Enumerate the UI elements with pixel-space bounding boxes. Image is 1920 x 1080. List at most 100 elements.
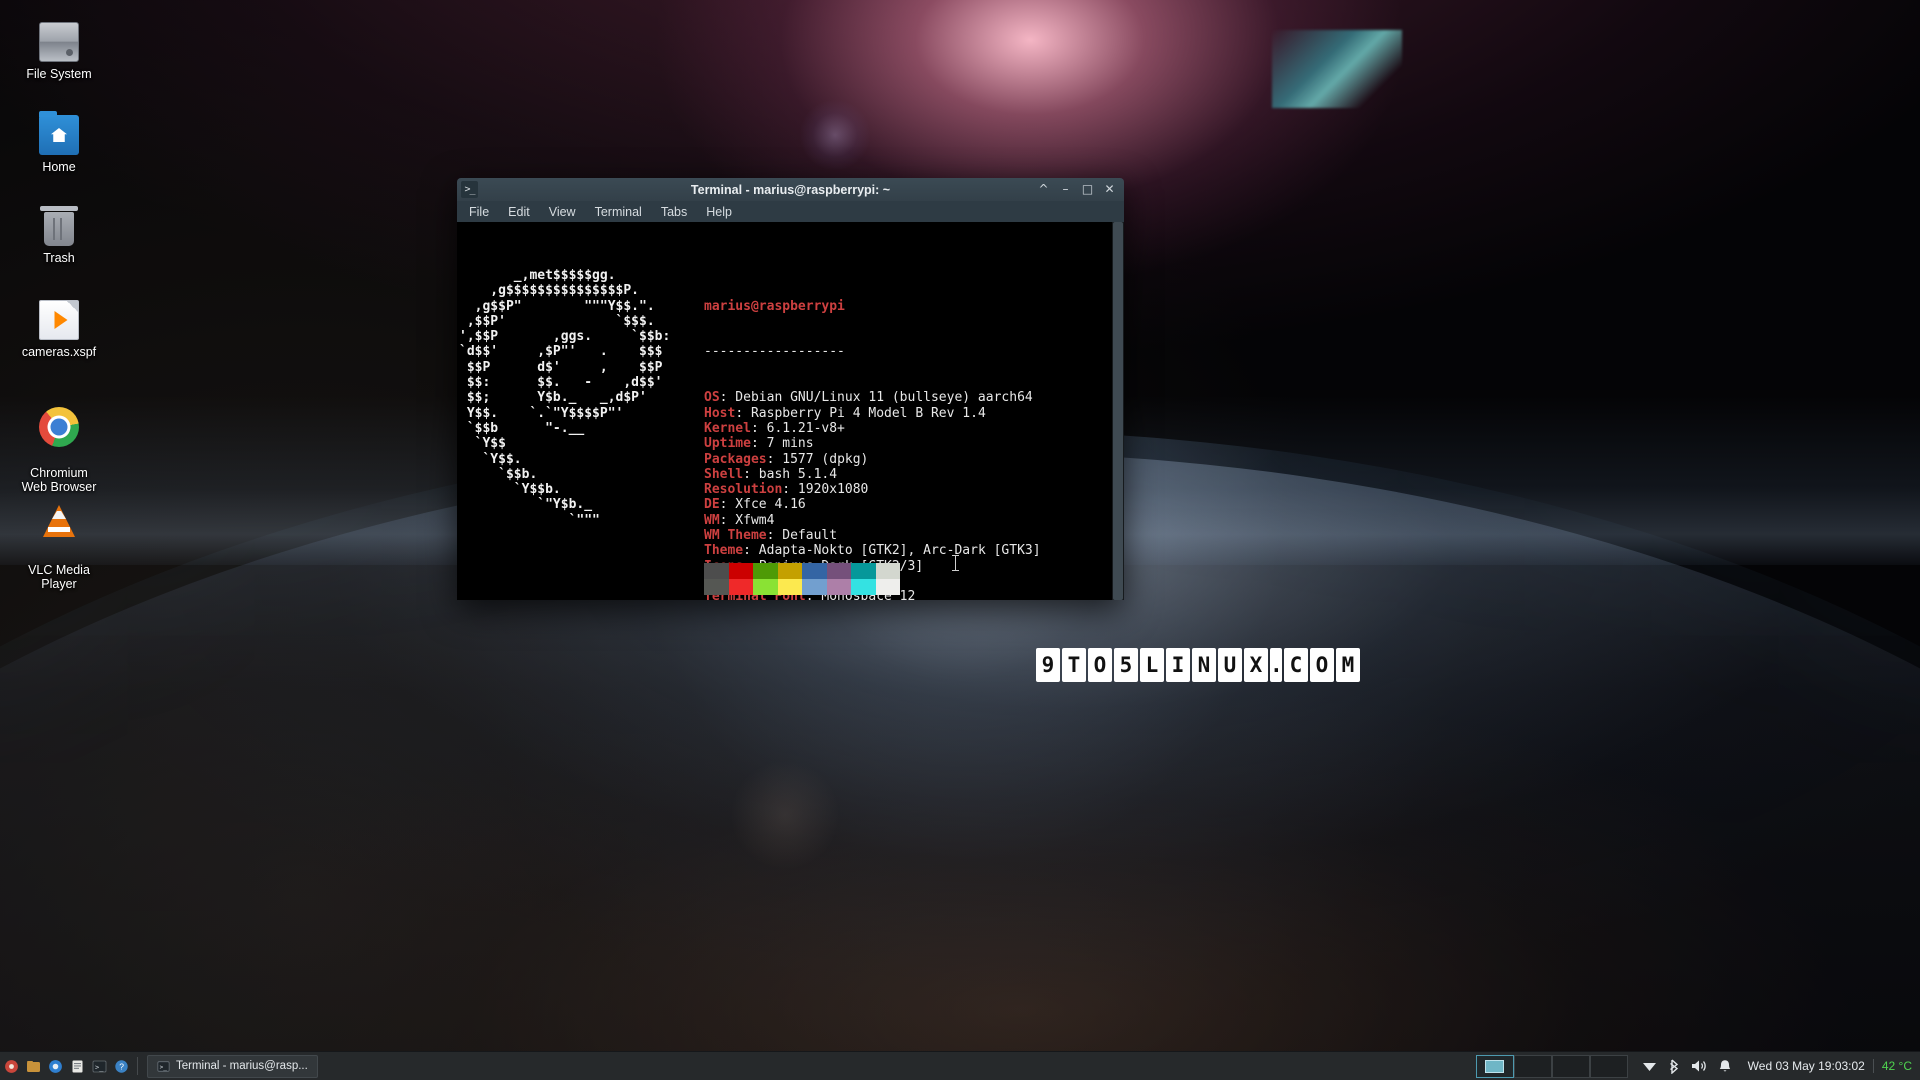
notification-bell-icon[interactable] bbox=[1718, 1059, 1732, 1074]
neofetch-field-key: Theme bbox=[704, 543, 744, 559]
neofetch-field-value: : bash 5.1.4 bbox=[743, 466, 838, 482]
wifi-icon[interactable] bbox=[1642, 1060, 1657, 1073]
neofetch-field-value: : 1920x1080 bbox=[782, 482, 869, 498]
bluetooth-icon[interactable] bbox=[1668, 1058, 1680, 1074]
desktop-icon-label: File System bbox=[26, 67, 92, 81]
desktop-icon-vlc[interactable]: VLC Media Player bbox=[4, 488, 114, 605]
svg-text:?: ? bbox=[119, 1061, 124, 1071]
desktop-icon-cameras-xspf[interactable]: cameras.xspf bbox=[4, 300, 114, 359]
workspace-switcher[interactable] bbox=[1475, 1054, 1628, 1078]
watermark-char: C bbox=[1284, 648, 1308, 682]
watermark-char: I bbox=[1166, 648, 1190, 682]
menubar: File Edit View Terminal Tabs Help bbox=[457, 201, 1124, 222]
palette-swatch bbox=[802, 579, 827, 595]
vlc-cone-icon bbox=[43, 505, 75, 537]
menu-help[interactable]: Help bbox=[706, 205, 732, 219]
neofetch-field-value: : Debian GNU/Linux 11 (bullseye) aarch64 bbox=[719, 390, 1033, 406]
palette-swatch bbox=[704, 563, 729, 579]
debian-ascii-logo: _,met$$$$$gg. ,g$$$$$$$$$$$$$$$P. ,g$$P"… bbox=[459, 268, 671, 528]
workspace-2[interactable] bbox=[1513, 1054, 1552, 1078]
taskbar[interactable]: >_ ? >_ Terminal - marius@rasp... Wed 03… bbox=[0, 1051, 1920, 1080]
menu-file[interactable]: File bbox=[469, 205, 489, 219]
palette-row-normal bbox=[704, 563, 900, 579]
palette-row-bright bbox=[704, 579, 900, 595]
palette-swatch bbox=[875, 579, 900, 595]
workspace-1[interactable] bbox=[1475, 1054, 1514, 1078]
neofetch-field-value: : Adapta-Nokto [GTK2], Arc-Dark [GTK3] bbox=[743, 543, 1041, 559]
neofetch-field-value: : Xfwm4 bbox=[719, 512, 775, 528]
neofetch-field-key: WM bbox=[704, 512, 720, 528]
taskbar-window-button[interactable]: >_ Terminal - marius@rasp... bbox=[147, 1054, 318, 1078]
taskbar-window-label: Terminal - marius@rasp... bbox=[176, 1060, 308, 1072]
scrollbar-thumb[interactable] bbox=[1113, 222, 1123, 600]
chromium-icon[interactable] bbox=[44, 1052, 66, 1080]
maximize-button[interactable]: □ bbox=[1081, 183, 1094, 196]
terminal-icon: >_ bbox=[461, 181, 478, 198]
neofetch-field: DE: Xfce 4.16 bbox=[704, 497, 1041, 512]
menu-icon[interactable] bbox=[0, 1052, 22, 1080]
watermark-char: U bbox=[1218, 648, 1242, 682]
neofetch-field-value: : 7 mins bbox=[750, 436, 814, 452]
palette-swatch bbox=[826, 563, 851, 579]
color-palette bbox=[704, 563, 900, 595]
terminal-window[interactable]: >_ Terminal - marius@raspberrypi: ~ ^ – … bbox=[457, 178, 1124, 600]
watermark-9to5linux: 9TO5LINUX.COM bbox=[1036, 648, 1360, 682]
lens-flare bbox=[800, 100, 870, 170]
cpu-temperature[interactable]: 42 °C bbox=[1872, 1059, 1920, 1073]
watermark-char: L bbox=[1140, 648, 1164, 682]
neofetch-field-key: OS bbox=[704, 390, 720, 406]
watermark-char: M bbox=[1336, 648, 1360, 682]
desktop-icon-home[interactable]: Home bbox=[4, 111, 114, 174]
minimize-button[interactable]: – bbox=[1059, 183, 1072, 196]
watermark-char: N bbox=[1192, 648, 1216, 682]
palette-swatch bbox=[851, 579, 876, 595]
terminal-output-area[interactable]: _,met$$$$$gg. ,g$$$$$$$$$$$$$$$P. ,g$$P"… bbox=[457, 222, 1124, 600]
svg-text:>_: >_ bbox=[95, 1063, 104, 1071]
neofetch-divider: ------------------ bbox=[704, 344, 845, 360]
terminal-scrollbar[interactable] bbox=[1112, 222, 1124, 600]
files-icon[interactable] bbox=[22, 1052, 44, 1080]
desktop-icon-label: Trash bbox=[43, 251, 75, 265]
trash-icon bbox=[40, 206, 78, 246]
window-titlebar[interactable]: >_ Terminal - marius@raspberrypi: ~ ^ – … bbox=[457, 178, 1124, 201]
svg-text:>_: >_ bbox=[160, 1064, 168, 1071]
menu-terminal[interactable]: Terminal bbox=[595, 205, 642, 219]
palette-swatch bbox=[728, 579, 753, 595]
desktop-icon-trash[interactable]: Trash bbox=[4, 206, 114, 265]
palette-swatch bbox=[728, 563, 753, 579]
neofetch-field-key: DE bbox=[704, 497, 720, 513]
neofetch-field-key: WM Theme bbox=[704, 528, 767, 544]
neofetch-field: Kernel: 6.1.21-v8+ bbox=[704, 421, 1041, 436]
help-icon[interactable]: ? bbox=[110, 1052, 132, 1080]
neofetch-field-value: : Xfce 4.16 bbox=[719, 497, 806, 513]
neofetch-field: Theme: Adapta-Nokto [GTK2], Arc-Dark [GT… bbox=[704, 543, 1041, 558]
desktop-icon-label: Home bbox=[42, 160, 76, 174]
neofetch-field: Host: Raspberry Pi 4 Model B Rev 1.4 bbox=[704, 406, 1041, 421]
watermark-char: X bbox=[1244, 648, 1268, 682]
neofetch-info-block: marius@raspberrypi ------------------ OS… bbox=[704, 268, 1041, 600]
volume-icon[interactable] bbox=[1691, 1059, 1707, 1073]
neofetch-field: Packages: 1577 (dpkg) bbox=[704, 452, 1041, 467]
menu-tabs[interactable]: Tabs bbox=[661, 205, 687, 219]
folder-home-icon bbox=[39, 111, 79, 155]
neofetch-field: Shell: bash 5.1.4 bbox=[704, 467, 1041, 482]
workspace-4[interactable] bbox=[1589, 1054, 1628, 1078]
watermark-char: O bbox=[1088, 648, 1112, 682]
menu-view[interactable]: View bbox=[549, 205, 576, 219]
desktop[interactable]: File System Home Trash cameras.xspf Chro… bbox=[0, 0, 1920, 1080]
clock[interactable]: Wed 03 May 19:03:02 bbox=[1740, 1059, 1873, 1073]
workspace-3[interactable] bbox=[1551, 1054, 1590, 1078]
watermark-char: . bbox=[1270, 648, 1283, 682]
close-button[interactable]: ✕ bbox=[1103, 183, 1116, 196]
text-editor-icon[interactable] bbox=[66, 1052, 88, 1080]
neofetch-userhost: marius@raspberrypi bbox=[704, 298, 845, 314]
watermark-char: 9 bbox=[1036, 648, 1060, 682]
terminal-launcher-icon[interactable]: >_ bbox=[88, 1052, 110, 1080]
palette-swatch bbox=[875, 563, 900, 579]
desktop-icon-file-system[interactable]: File System bbox=[4, 22, 114, 81]
watermark-char: 5 bbox=[1114, 648, 1138, 682]
menu-edit[interactable]: Edit bbox=[508, 205, 530, 219]
shade-button[interactable]: ^ bbox=[1037, 183, 1050, 196]
neofetch-field-value: : Default bbox=[766, 528, 838, 544]
system-tray bbox=[1634, 1058, 1740, 1074]
